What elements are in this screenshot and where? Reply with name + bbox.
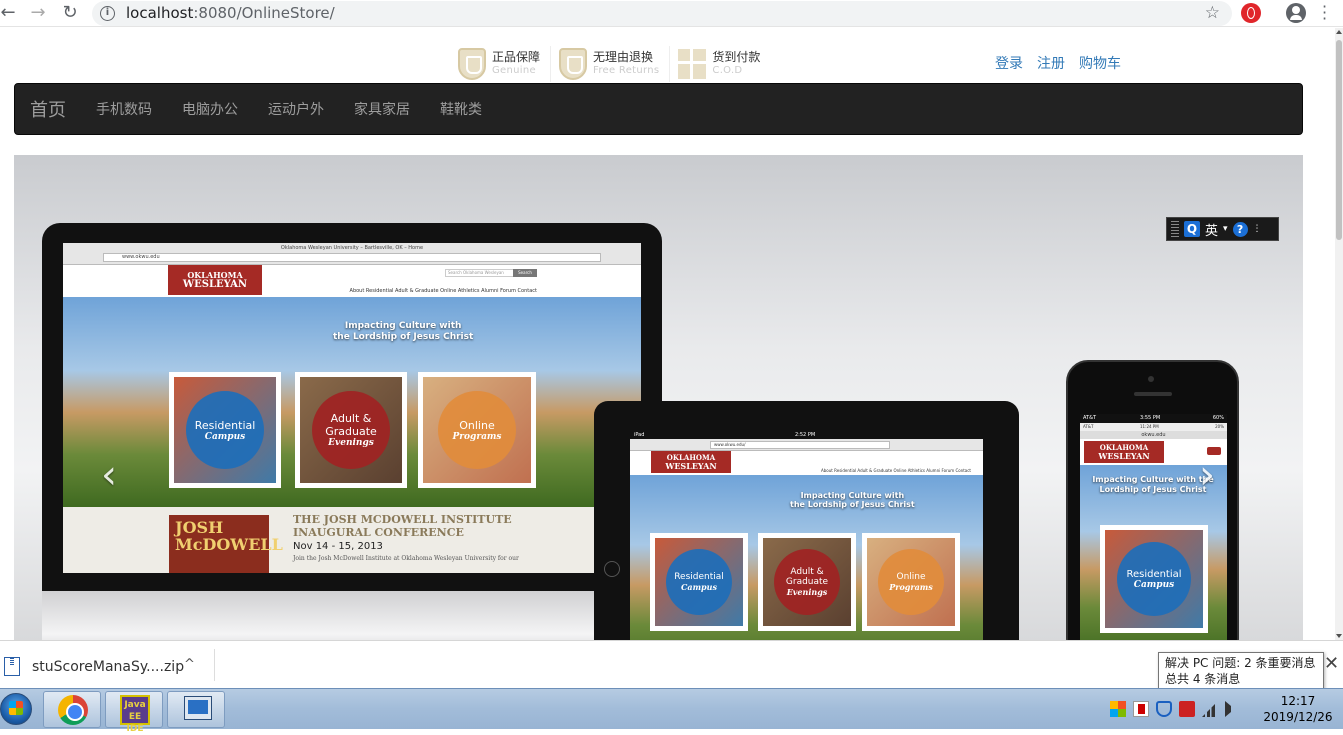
nav-item-shoes[interactable]: 鞋靴类: [425, 99, 497, 119]
system-tray: [1110, 701, 1239, 717]
security-shield-icon[interactable]: [1156, 701, 1172, 717]
browser-toolbar: ← → ↻ i localhost:8080/OnlineStore/ ☆ · ·…: [0, 0, 1343, 27]
nav-item-furniture[interactable]: 家具家居: [339, 99, 425, 119]
guarantee-sublabel: Genuine: [492, 65, 536, 76]
taskbar-remote-desktop[interactable]: [167, 691, 225, 728]
banner-carousel: Oklahoma Wesleyan University – Bartlesvi…: [14, 155, 1303, 640]
network-signal-icon[interactable]: [1202, 701, 1218, 717]
gift-icon: [678, 49, 707, 79]
page-scrollbar[interactable]: [1335, 28, 1343, 640]
mock-news: JOSH McDOWELL THE JOSH MCDOWELL INSTITUTE…: [63, 507, 641, 573]
guarantee-label: 正品保障: [492, 50, 541, 64]
guarantee-returns: 无理由退换 Free Returns: [559, 46, 671, 82]
nav-item-phones[interactable]: 手机数码: [81, 99, 167, 119]
ime-toolbar[interactable]: Q 英 ▾ ? ⋮: [1166, 217, 1279, 241]
taskbar-java-ee-ide[interactable]: Java EE IDE: [105, 691, 163, 734]
login-link[interactable]: 登录: [995, 53, 1023, 73]
scroll-down-icon[interactable]: [1336, 634, 1342, 638]
url-text: localhost:8080/OnlineStore/: [126, 4, 335, 22]
carousel-prev-button[interactable]: ‹: [94, 455, 124, 495]
nav-home[interactable]: 首页: [15, 96, 81, 122]
start-button[interactable]: [0, 690, 32, 728]
url-host: localhost: [126, 4, 194, 22]
scroll-up-icon[interactable]: [1336, 30, 1342, 34]
computer-icon: [184, 696, 212, 720]
url-path: :8080/OnlineStore/: [193, 4, 335, 22]
shield-icon: [559, 48, 588, 80]
clock-date: 2019/12/26: [1263, 710, 1333, 724]
ime-language-toggle[interactable]: 英: [1205, 220, 1218, 239]
okwu-logo: OKLAHOMA WESLEYAN: [168, 265, 262, 295]
guarantee-genuine: 正品保障 Genuine: [458, 46, 552, 82]
divider: [214, 649, 215, 681]
register-link[interactable]: 注册: [1037, 53, 1065, 73]
windows-flag-tray-icon[interactable]: [1110, 701, 1126, 717]
web-page: 正品保障 Genuine 无理由退换 Free Returns 货到付款 C.O.D …: [0, 28, 1335, 640]
opera-extension-icon[interactable]: [1241, 3, 1261, 23]
qq-input-icon[interactable]: Q: [1184, 221, 1200, 237]
taskbar-chrome[interactable]: [43, 691, 101, 728]
profile-icon[interactable]: [1286, 3, 1306, 23]
mock-window-title: Oklahoma Wesleyan University – Bartlesvi…: [280, 245, 424, 251]
tablet-mockup: iPad 2:52 PM www.okwu.edu/ OKLAHOMA WESLEY…: [594, 401, 1019, 640]
account-links: 登录 注册 购物车: [995, 53, 1121, 73]
guarantee-label: 货到付款: [712, 50, 761, 64]
zip-file-icon: [4, 657, 20, 676]
guarantee-bar: 正品保障 Genuine 无理由退换 Free Returns 货到付款 C.O.D: [458, 46, 778, 82]
notification-line2: 总共 4 条消息: [1165, 672, 1241, 686]
mock-url: www.okwu.edu: [122, 254, 160, 260]
windows-logo-icon: [9, 701, 23, 715]
nav-item-computers[interactable]: 电脑办公: [167, 99, 253, 119]
guarantee-label: 无理由退换: [593, 50, 654, 64]
nav-item-sports[interactable]: 运动户外: [253, 99, 339, 119]
home-button-icon: [604, 561, 620, 577]
chevron-up-icon[interactable]: ^: [184, 657, 195, 672]
carousel-next-button[interactable]: ›: [1192, 455, 1222, 495]
scroll-thumb[interactable]: [1336, 40, 1342, 240]
back-button[interactable]: ←: [0, 3, 18, 23]
laptop-mockup: Oklahoma Wesleyan University – Bartlesvi…: [42, 223, 662, 640]
ime-dropdown-icon[interactable]: ▾: [1223, 224, 1228, 234]
clock-time: 12:17: [1280, 694, 1316, 708]
mock-menu: About Residential Adult & Graduate Onlin…: [349, 288, 537, 294]
windows-taskbar: Java EE IDE 12:17 2019/12/26: [0, 688, 1343, 734]
chrome-icon: [58, 695, 88, 725]
reload-button[interactable]: ↻: [60, 3, 80, 23]
taskbar-clock[interactable]: 12:17 2019/12/26: [1262, 693, 1334, 725]
address-bar[interactable]: i localhost:8080/OnlineStore/ ☆: [92, 1, 1232, 26]
guarantee-sublabel: Free Returns: [593, 65, 660, 76]
download-item[interactable]: stuScoreManaSy....zip: [4, 657, 184, 676]
mock-search-button: Search: [513, 269, 537, 277]
drag-grip-icon[interactable]: [1171, 221, 1179, 237]
shield-icon: [458, 48, 486, 80]
close-icon[interactable]: ✕: [1324, 653, 1339, 674]
java-ee-ide-icon: Java EE IDE: [120, 695, 150, 734]
action-center-flag-icon[interactable]: [1133, 701, 1149, 717]
guarantee-cod: 货到付款 C.O.D: [678, 46, 770, 82]
notification-line1: 解决 PC 问题: 2 条重要消息: [1165, 656, 1316, 670]
action-center-notification[interactable]: 解决 PC 问题: 2 条重要消息 总共 4 条消息: [1158, 652, 1324, 690]
help-icon[interactable]: ?: [1232, 221, 1248, 237]
mock-hero: Impacting Culture with the Lordship of Je…: [63, 297, 641, 507]
main-navbar: 首页 手机数码 电脑办公 运动户外 家具家居 鞋靴类: [14, 83, 1303, 135]
volume-icon[interactable]: [1225, 701, 1239, 717]
download-shelf: stuScoreManaSy....zip ^ ✕: [0, 640, 1343, 688]
guarantee-sublabel: C.O.D: [712, 65, 743, 76]
star-icon[interactable]: ☆: [1205, 3, 1220, 23]
menu-kebab-icon[interactable]: · · ·: [1322, 0, 1327, 27]
ime-more-icon[interactable]: ⋮: [1253, 224, 1262, 234]
antivirus-icon[interactable]: [1179, 701, 1195, 717]
phone-mockup: AT&T 3:55 PM 60% AT&T 11:24 PM 20% okwu.edu …: [1066, 360, 1239, 640]
forward-button[interactable]: →: [28, 3, 48, 23]
download-filename[interactable]: stuScoreManaSy....zip: [32, 659, 184, 675]
cart-link[interactable]: 购物车: [1079, 53, 1121, 73]
info-icon[interactable]: i: [100, 6, 115, 21]
